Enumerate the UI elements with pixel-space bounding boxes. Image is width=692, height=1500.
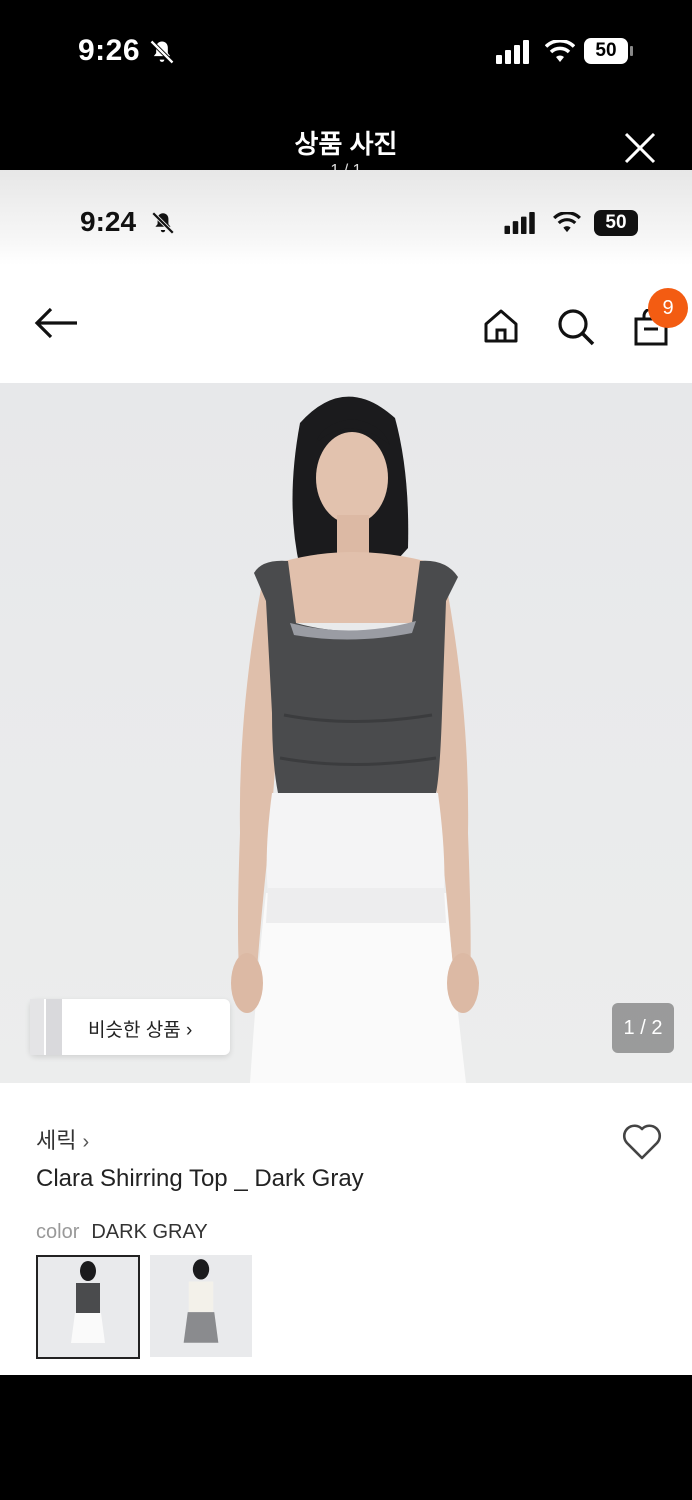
similar-thumbnails	[30, 999, 62, 1055]
inner-status-bar: 9:24 50	[0, 170, 692, 265]
search-icon[interactable]	[556, 307, 596, 347]
product-name: Clara Shirring Top _ Dark Gray	[36, 1165, 364, 1192]
status-time: 9:26	[78, 34, 141, 67]
model-photo	[0, 383, 692, 1083]
color-value: DARK GRAY	[91, 1221, 208, 1243]
product-screenshot: 9:24 50 9 비슷한 상품 › 1 / 2 세릭 › Clara Shir…	[0, 170, 692, 1375]
cart-count-badge: 9	[648, 288, 688, 328]
battery-icon: 50	[584, 38, 628, 64]
chevron-right-icon: ›	[82, 1131, 90, 1153]
product-info: 세릭 › Clara Shirring Top _ Dark Gray color…	[0, 1083, 692, 1375]
back-arrow-icon[interactable]	[34, 307, 80, 339]
inner-status-time: 9:24	[80, 206, 137, 237]
viewer-title: 상품 사진	[294, 129, 398, 159]
swatch-thumbnail	[150, 1255, 252, 1357]
heart-icon[interactable]	[620, 1119, 664, 1163]
color-row: color DARK GRAY	[36, 1221, 208, 1244]
battery-cap	[630, 46, 633, 56]
home-icon[interactable]	[482, 307, 520, 345]
color-swatch-ivory[interactable]	[150, 1255, 252, 1357]
app-bar	[0, 265, 692, 383]
wifi-icon	[545, 40, 575, 62]
brand-name: 세릭	[36, 1128, 77, 1153]
bell-muted-icon	[150, 40, 174, 64]
product-main-image[interactable]	[0, 383, 692, 1083]
close-icon[interactable]	[620, 128, 660, 168]
inner-battery-level: 50	[605, 212, 627, 233]
signal-icon	[496, 40, 529, 64]
inner-bell-muted-icon	[151, 211, 175, 235]
inner-wifi-icon	[553, 212, 581, 233]
brand-link[interactable]: 세릭 ›	[36, 1123, 89, 1155]
inner-battery-icon: 50	[594, 210, 638, 236]
swatch-thumbnail	[38, 1257, 138, 1357]
image-counter: 1 / 2	[612, 1003, 674, 1053]
inner-signal-icon	[504, 212, 535, 234]
status-bar: 9:26 50	[0, 0, 692, 110]
similar-products-label: 비슷한 상품 ›	[88, 1020, 193, 1041]
color-swatch-dark-gray[interactable]	[36, 1255, 140, 1359]
battery-level: 50	[595, 40, 617, 61]
bottom-area	[0, 1375, 692, 1500]
similar-products-button[interactable]: 비슷한 상품 ›	[30, 999, 230, 1055]
color-label: color	[36, 1221, 80, 1243]
